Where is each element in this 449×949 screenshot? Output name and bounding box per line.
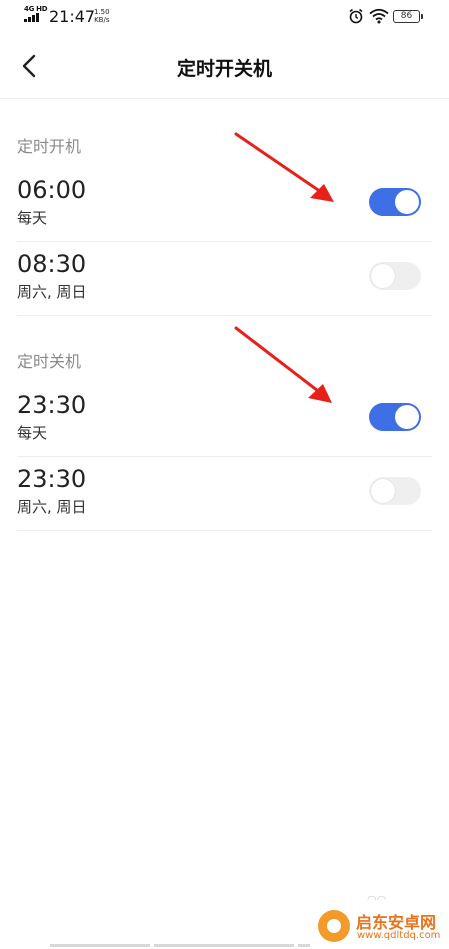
battery-level: 86 <box>400 11 413 21</box>
app-header: 定时开关机 <box>0 34 449 99</box>
section-label-power-on: 定时开机 <box>17 137 82 156</box>
signal-icon <box>24 13 44 22</box>
network-type: 4G HD <box>24 5 48 13</box>
toggle-knob <box>371 264 395 288</box>
schedule-time: 23:30 <box>17 465 87 493</box>
schedule-row[interactable]: 23:30 每天 <box>0 383 449 457</box>
status-bar: 4G HD 21:47 1.50 KB/s 86 <box>0 0 449 34</box>
schedule-toggle[interactable] <box>369 477 421 505</box>
schedule-row[interactable]: 08:30 周六, 周日 <box>0 242 449 316</box>
schedule-toggle[interactable] <box>369 188 421 216</box>
schedule-repeat: 周六, 周日 <box>17 498 87 516</box>
toggle-knob <box>371 479 395 503</box>
network-speed-value: 1.50 <box>94 8 110 16</box>
schedule-repeat: 周六, 周日 <box>17 283 87 301</box>
faint-mark: ◠◠ <box>367 893 387 906</box>
schedule-time: 08:30 <box>17 250 87 278</box>
toggle-knob <box>395 405 419 429</box>
schedule-toggle[interactable] <box>369 262 421 290</box>
watermark-logo-icon <box>318 910 350 942</box>
watermark-url: www.qdltdq.com <box>357 930 441 941</box>
schedule-repeat: 每天 <box>17 424 48 442</box>
schedule-row[interactable]: 23:30 周六, 周日 <box>0 457 449 531</box>
network-speed-unit: KB/s <box>94 16 110 24</box>
schedule-time: 06:00 <box>17 176 87 204</box>
schedule-row[interactable]: 06:00 每天 <box>0 168 449 242</box>
battery-icon: 86 <box>393 10 423 23</box>
alarm-icon <box>349 8 363 24</box>
schedule-repeat: 每天 <box>17 209 48 227</box>
schedule-toggle[interactable] <box>369 403 421 431</box>
schedule-time: 23:30 <box>17 391 87 419</box>
network-speed: 1.50 KB/s <box>94 8 110 24</box>
row-divider <box>17 530 432 531</box>
row-divider <box>17 315 432 316</box>
watermark: 启东安卓网 www.qdltdq.com <box>318 906 448 946</box>
gesture-bar <box>0 942 449 949</box>
status-time: 21:47 <box>49 7 96 26</box>
page-title: 定时开关机 <box>176 58 272 80</box>
annotation-arrow-icon <box>234 132 334 202</box>
wifi-icon <box>369 8 389 24</box>
toggle-knob <box>395 190 419 214</box>
section-label-power-off: 定时关机 <box>17 352 82 371</box>
annotation-arrow-icon <box>234 326 332 403</box>
